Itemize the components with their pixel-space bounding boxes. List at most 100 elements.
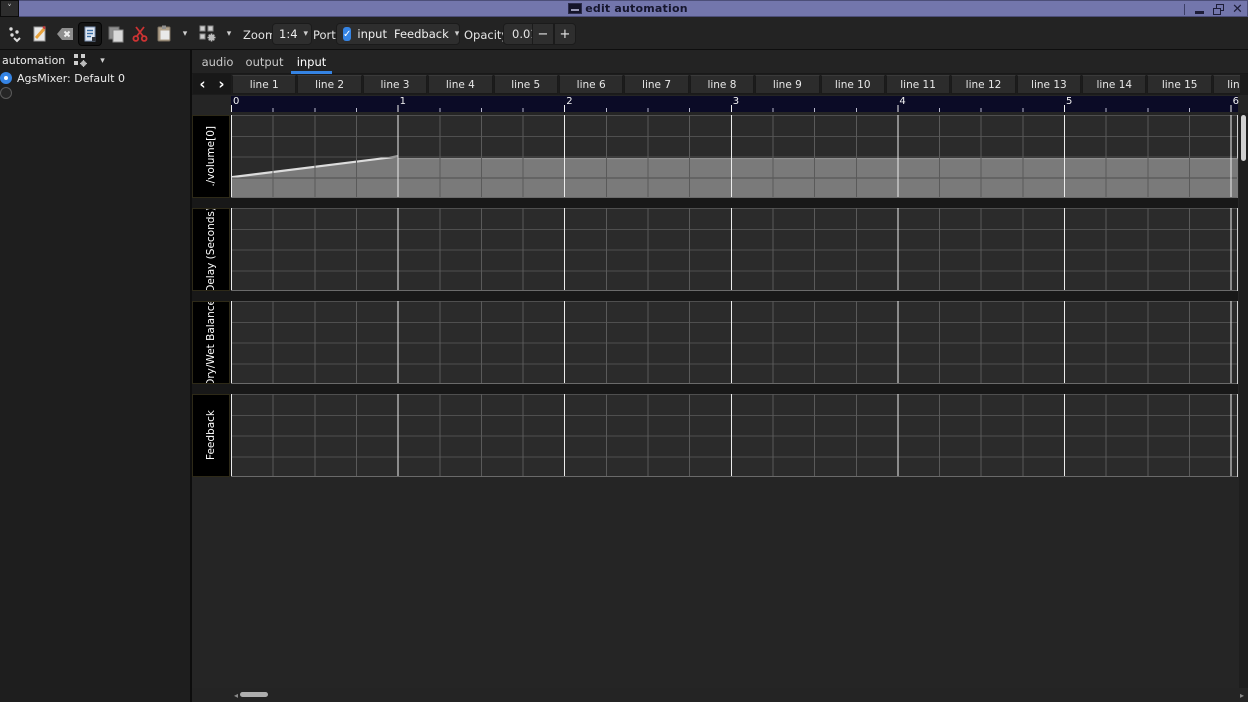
- line-tab[interactable]: line 5: [494, 75, 558, 94]
- opacity-plus-button[interactable]: +: [554, 23, 576, 45]
- line-tab[interactable]: line 13: [1017, 75, 1081, 94]
- lane-grid[interactable]: [231, 115, 1238, 198]
- lane-label: Dry/Wet Balance: [192, 301, 230, 384]
- machine-list: AgsMixer: Default 0: [0, 71, 190, 101]
- line-tab[interactable]: line 7: [624, 75, 688, 94]
- titlebar-main[interactable]: edit automation ✕: [19, 0, 1248, 17]
- position-cursor-icon: [6, 24, 26, 44]
- ruler-number: 0: [233, 96, 239, 107]
- port-combo-arrow: ▾: [455, 29, 460, 39]
- restore-button[interactable]: [1212, 3, 1225, 16]
- tool-menu-button[interactable]: [196, 22, 220, 46]
- automation-lane: Feedback: [192, 394, 1238, 477]
- cut-button[interactable]: [128, 22, 152, 46]
- app-icon: [568, 3, 582, 14]
- port-checkbox[interactable]: ✓: [343, 27, 351, 41]
- edit-pencil-icon: [30, 24, 50, 44]
- edit-button[interactable]: [28, 22, 52, 46]
- line-tab[interactable]: line 3: [363, 75, 427, 94]
- lane-grid[interactable]: [231, 208, 1238, 291]
- tab-input[interactable]: input: [288, 50, 335, 74]
- lane-gridlines: [231, 394, 1237, 477]
- check-icon: ✓: [343, 29, 351, 40]
- paste-clipboard-icon: [154, 24, 174, 44]
- line-tab[interactable]: line 14: [1082, 75, 1146, 94]
- line-tab[interactable]: line 8: [690, 75, 754, 94]
- line-tab[interactable]: line 4: [428, 75, 492, 94]
- paste-options-dropdown[interactable]: ▾: [178, 27, 192, 41]
- position-cursor-button[interactable]: [4, 22, 28, 46]
- machine-radio-row[interactable]: AgsMixer: Default 0: [0, 71, 190, 85]
- window-title: edit automation: [585, 2, 688, 15]
- radio-selected-icon[interactable]: [0, 72, 12, 84]
- lane-label: ./volume[0]: [192, 115, 230, 198]
- tab-output[interactable]: output: [241, 50, 288, 74]
- port-combo[interactable]: ✓ input Feedback ▾: [336, 23, 460, 45]
- machine-selector-panel: automation ▾ AgsMixer: Default 0: [0, 50, 190, 702]
- vertical-scrollbar[interactable]: [1239, 113, 1248, 688]
- automation-lane: Delay (Seconds): [192, 208, 1238, 291]
- zoom-combo-arrow: ▾: [304, 29, 309, 39]
- vertical-scrollbar-thumb[interactable]: [1241, 115, 1246, 161]
- port-label: Port: [313, 28, 336, 42]
- machine-radio-row[interactable]: [0, 86, 190, 100]
- hscroll-right-arrow[interactable]: ▸: [1240, 691, 1244, 700]
- automation-editor: audiooutputinput ‹ › line 1line 2line 3l…: [192, 50, 1248, 702]
- machine-grid-icon[interactable]: [73, 53, 88, 68]
- machine-dropdown-arrow[interactable]: ▾: [96, 56, 109, 66]
- line-tab[interactable]: line 6: [559, 75, 623, 94]
- radio-unselected-icon[interactable]: [0, 87, 12, 99]
- line-tab[interactable]: line 1: [232, 75, 296, 94]
- select-icon: [80, 24, 100, 44]
- ruler-number: 5: [1066, 96, 1072, 107]
- cut-scissors-icon: [130, 24, 150, 44]
- zoom-combo[interactable]: 1:4 ▾: [272, 23, 312, 45]
- toolbar: ▾ ▾ Zoom 1:4 ▾ Port ✓ input Feed: [0, 17, 1248, 50]
- line-tab[interactable]: line 16: [1213, 75, 1240, 94]
- title-wrap: edit automation: [568, 2, 688, 15]
- copy-button[interactable]: [104, 22, 128, 46]
- lane-gridlines: [231, 208, 1237, 291]
- ruler-number: 2: [566, 96, 572, 107]
- lane-grid[interactable]: [231, 301, 1238, 384]
- line-tabs-prev-button[interactable]: ‹: [193, 74, 212, 94]
- ruler: 0123456: [231, 96, 1238, 112]
- ruler-number: 1: [400, 96, 406, 107]
- line-tabs-next-button[interactable]: ›: [212, 74, 231, 94]
- lane-gridlines: [231, 301, 1237, 384]
- tab-audio[interactable]: audio: [194, 50, 241, 74]
- select-button[interactable]: [78, 22, 102, 46]
- line-tabs-row: ‹ › line 1line 2line 3line 4line 5line 6…: [192, 74, 1248, 95]
- ruler-number: 3: [733, 96, 739, 107]
- horizontal-scrollbar[interactable]: ◂ ▸: [192, 688, 1248, 702]
- hscroll-left-arrow[interactable]: ◂: [234, 691, 238, 700]
- ruler-number: 4: [899, 96, 905, 107]
- window-menu-icon: ˅: [7, 4, 12, 14]
- machine-selector-header: automation ▾: [2, 53, 109, 68]
- titlebar: ˅ edit automation ✕: [0, 0, 1248, 17]
- opacity-minus-button[interactable]: −: [532, 23, 554, 45]
- paste-button[interactable]: [152, 22, 176, 46]
- minimize-button[interactable]: [1193, 3, 1206, 16]
- scope-tabs: audiooutputinput: [192, 50, 1248, 74]
- line-tab[interactable]: line 12: [951, 75, 1015, 94]
- line-tab[interactable]: line 10: [821, 75, 885, 94]
- automation-lane: ./volume[0]: [192, 115, 1238, 198]
- line-tab[interactable]: line 15: [1147, 75, 1211, 94]
- window-controls: ✕: [1184, 1, 1244, 18]
- clear-button[interactable]: [53, 22, 77, 46]
- opacity-label: Opacity: [464, 28, 508, 42]
- line-tab[interactable]: line 2: [297, 75, 361, 94]
- line-tab[interactable]: line 9: [755, 75, 819, 94]
- window-menu-button[interactable]: ˅: [0, 0, 19, 17]
- horizontal-scrollbar-thumb[interactable]: [240, 692, 268, 697]
- line-tab[interactable]: line 11: [886, 75, 950, 94]
- lane-label: Feedback: [192, 394, 230, 477]
- lane-label: Delay (Seconds): [192, 208, 230, 291]
- zoom-value: 1:4: [279, 27, 298, 41]
- automation-curve[interactable]: [231, 115, 1238, 198]
- close-button[interactable]: ✕: [1231, 3, 1244, 16]
- machine-label: AgsMixer: Default 0: [17, 72, 125, 85]
- tool-menu-dropdown[interactable]: ▾: [222, 27, 236, 41]
- lane-grid[interactable]: [231, 394, 1238, 477]
